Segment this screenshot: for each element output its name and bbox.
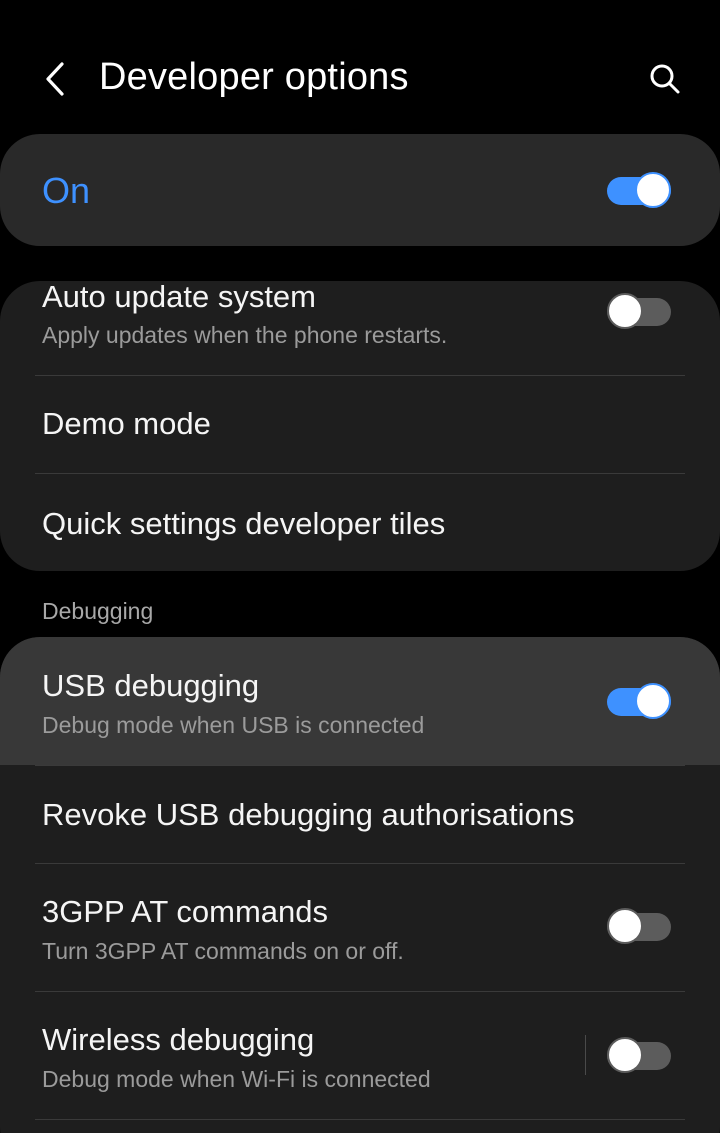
developer-options-screen: Developer options On Auto update system … <box>0 0 720 1133</box>
toggle-thumb <box>635 172 671 208</box>
row-title: USB debugging <box>42 668 260 703</box>
master-switch-label: On <box>42 170 91 211</box>
row-subtitle: Turn 3GPP AT commands on or off. <box>42 938 404 964</box>
vertical-separator <box>585 1035 586 1075</box>
toggle-thumb <box>607 1037 643 1073</box>
row-title: Auto update system <box>42 281 316 314</box>
chevron-left-icon <box>46 62 64 96</box>
row-title: Revoke USB debugging authorisations <box>42 797 575 832</box>
row-title: Wireless debugging <box>42 1022 315 1057</box>
search-button[interactable] <box>638 52 692 106</box>
auto-update-toggle[interactable] <box>607 293 673 329</box>
general-settings-card: Auto update system Apply updates when th… <box>0 281 720 571</box>
master-toggle[interactable] <box>607 172 673 208</box>
toggle-thumb <box>635 683 671 719</box>
divider <box>35 1119 685 1120</box>
list-item-demo-mode[interactable]: Demo mode <box>0 376 720 473</box>
toggle-thumb <box>607 293 643 329</box>
row-subtitle: Debug mode when Wi-Fi is connected <box>42 1066 431 1092</box>
usb-debugging-toggle[interactable] <box>607 683 673 719</box>
debugging-card: USB debugging Debug mode when USB is con… <box>0 637 720 1133</box>
row-title: Quick settings developer tiles <box>42 506 446 541</box>
row-title: 3GPP AT commands <box>42 894 329 929</box>
row-title: Demo mode <box>42 406 211 441</box>
3gpp-at-commands-toggle[interactable] <box>607 908 673 944</box>
page-title: Developer options <box>99 56 409 98</box>
toggle-thumb <box>607 908 643 944</box>
back-button[interactable] <box>28 52 82 106</box>
search-icon <box>650 64 680 94</box>
list-item-revoke-usb-debugging-authorisations[interactable]: Revoke USB debugging authorisations <box>0 766 720 863</box>
section-header-debugging: Debugging <box>42 598 154 624</box>
row-subtitle: Debug mode when USB is connected <box>42 712 425 738</box>
row-subtitle: Apply updates when the phone restarts. <box>42 322 448 348</box>
list-item-quick-settings-developer-tiles[interactable]: Quick settings developer tiles <box>0 474 720 571</box>
wireless-debugging-toggle[interactable] <box>607 1037 673 1073</box>
